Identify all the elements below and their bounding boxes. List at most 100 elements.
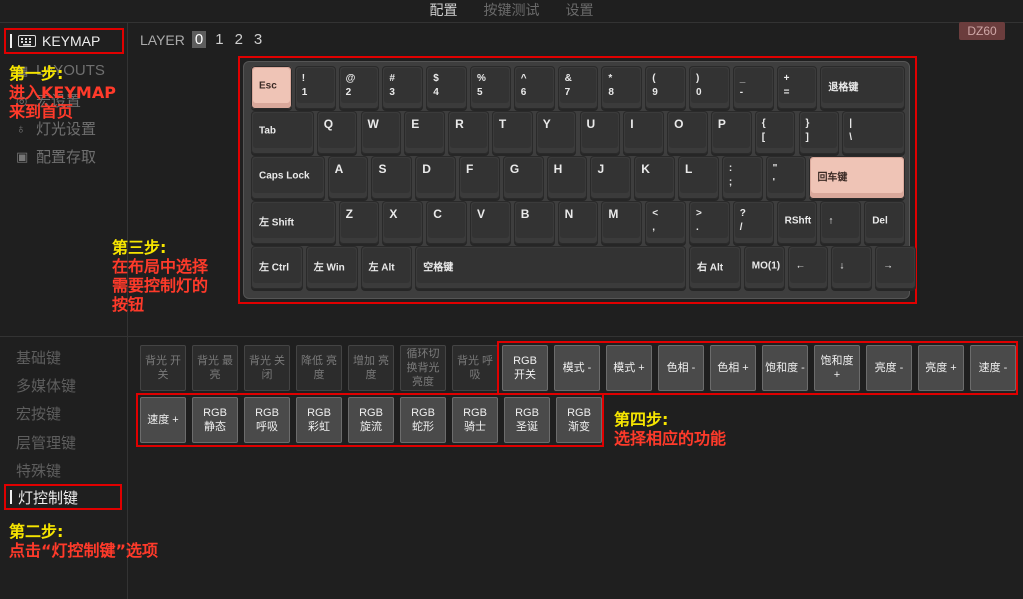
key-1-0[interactable]: Tab bbox=[251, 111, 314, 154]
key-3-8[interactable]: <, bbox=[645, 201, 686, 244]
key-2-3[interactable]: D bbox=[415, 156, 457, 199]
key-4-4[interactable]: 右 Alt bbox=[689, 246, 741, 289]
light-key-dim-5[interactable]: 循环切换背光亮度 bbox=[400, 345, 446, 391]
key-label: MO(1) bbox=[751, 260, 781, 271]
key-face: #3 bbox=[384, 68, 422, 103]
key-0-12[interactable]: + = bbox=[776, 66, 818, 109]
layer-3[interactable]: 3 bbox=[252, 31, 264, 48]
key-shift-label: | bbox=[849, 118, 853, 129]
key-0-11[interactable]: _ - bbox=[732, 66, 774, 109]
light-key-dim-4[interactable]: 增加 亮度 bbox=[348, 345, 394, 391]
key-4-8[interactable]: → bbox=[875, 246, 916, 289]
key-2-11[interactable]: " ' bbox=[765, 156, 807, 199]
key-2-6[interactable]: H bbox=[546, 156, 588, 199]
tab-settings[interactable]: 设置 bbox=[566, 0, 594, 22]
light-key-dim-1[interactable]: 背光 最亮 bbox=[192, 345, 238, 391]
key-1-3[interactable]: E bbox=[404, 111, 446, 154]
key-1-9[interactable]: O bbox=[667, 111, 708, 154]
tab-key-test[interactable]: 按键测试 bbox=[484, 0, 540, 22]
key-3-9[interactable]: >. bbox=[689, 201, 730, 244]
key-1-10[interactable]: P bbox=[710, 111, 752, 154]
key-label: 7 bbox=[564, 87, 571, 98]
key-face: 左 Win bbox=[307, 248, 356, 283]
key-3-0[interactable]: 左 Shift bbox=[251, 201, 336, 244]
key-0-5[interactable]: % 5 bbox=[470, 66, 511, 109]
light-key-dim-3[interactable]: 降低 亮度 bbox=[296, 345, 342, 391]
key-0-8[interactable]: * 8 bbox=[601, 66, 643, 109]
category-lighting[interactable]: 灯控制键 bbox=[4, 484, 122, 510]
sidebar-item-save[interactable]: ▣ 配置存取 bbox=[16, 146, 96, 167]
key-2-1[interactable]: A bbox=[327, 156, 369, 199]
light-key-dim-6[interactable]: 背光 呼吸 bbox=[452, 345, 498, 391]
category-special[interactable]: 特殊键 bbox=[16, 460, 61, 481]
key-3-1[interactable]: Z bbox=[338, 201, 380, 244]
key-0-1[interactable]: ! 1 bbox=[294, 66, 336, 109]
key-face: T bbox=[493, 113, 531, 148]
category-layer[interactable]: 层管理键 bbox=[16, 432, 76, 453]
key-2-9[interactable]: L bbox=[678, 156, 719, 199]
key-0-2[interactable]: @2 bbox=[338, 66, 380, 109]
key-4-6[interactable]: ← bbox=[787, 246, 829, 289]
key-1-11[interactable]: {[ bbox=[754, 111, 796, 154]
sidebar-item-label: KEYMAP bbox=[42, 33, 101, 49]
key-2-7[interactable]: J bbox=[590, 156, 632, 199]
key-face: 右 Alt bbox=[691, 248, 739, 283]
key-3-7[interactable]: M bbox=[601, 201, 643, 244]
tab-config[interactable]: 配置 bbox=[430, 0, 458, 22]
key-face: ! 1 bbox=[296, 68, 334, 103]
key-3-13[interactable]: Del bbox=[864, 201, 905, 244]
key-face: D bbox=[417, 158, 455, 193]
key-1-13[interactable]: | \ bbox=[842, 111, 905, 154]
key-0-10[interactable]: ) 0 bbox=[689, 66, 730, 109]
key-1-7[interactable]: U bbox=[579, 111, 621, 154]
layer-2[interactable]: 2 bbox=[233, 31, 245, 48]
key-0-4[interactable]: $4 bbox=[426, 66, 467, 109]
key-0-7[interactable]: & 7 bbox=[557, 66, 599, 109]
light-key-dim-0[interactable]: 背光 开关 bbox=[140, 345, 186, 391]
key-label: ] bbox=[805, 132, 809, 143]
category-media[interactable]: 多媒体键 bbox=[16, 375, 76, 396]
key-2-10[interactable]: :; bbox=[721, 156, 763, 199]
key-face: Caps Lock bbox=[253, 158, 323, 193]
key-1-1[interactable]: Q bbox=[316, 111, 358, 154]
key-3-11[interactable]: RShft bbox=[776, 201, 818, 244]
key-1-6[interactable]: Y bbox=[535, 111, 577, 154]
key-4-1[interactable]: 左 Win bbox=[305, 246, 358, 289]
layer-1[interactable]: 1 bbox=[213, 31, 225, 48]
key-2-2[interactable]: S bbox=[371, 156, 413, 199]
key-1-5[interactable]: T bbox=[491, 111, 533, 154]
key-0-6[interactable]: ^ 6 bbox=[513, 66, 555, 109]
key-4-2[interactable]: 左 Alt bbox=[360, 246, 413, 289]
key-0-9[interactable]: (9 bbox=[645, 66, 686, 109]
key-3-10[interactable]: ? / bbox=[732, 201, 774, 244]
key-3-2[interactable]: X bbox=[382, 201, 424, 244]
sidebar-item-keymap[interactable]: KEYMAP bbox=[4, 28, 124, 54]
category-macro[interactable]: 宏按键 bbox=[16, 403, 61, 424]
key-3-12[interactable]: ↑ bbox=[820, 201, 862, 244]
key-1-2[interactable]: W bbox=[360, 111, 402, 154]
key-4-7[interactable]: ↓ bbox=[831, 246, 873, 289]
key-3-5[interactable]: B bbox=[513, 201, 555, 244]
sidebar-item-lighting[interactable]: ♁ 灯光设置 bbox=[16, 118, 96, 139]
category-basic[interactable]: 基础键 bbox=[16, 347, 61, 368]
key-1-8[interactable]: I bbox=[623, 111, 665, 154]
key-2-0[interactable]: Caps Lock bbox=[251, 156, 325, 199]
key-0-0[interactable]: Esc bbox=[251, 66, 292, 109]
key-4-3[interactable]: 空格键 bbox=[415, 246, 686, 289]
key-2-5[interactable]: G bbox=[502, 156, 544, 199]
key-3-6[interactable]: N bbox=[557, 201, 599, 244]
key-0-13[interactable]: 退格键 bbox=[820, 66, 905, 109]
key-3-3[interactable]: C bbox=[426, 201, 467, 244]
key-label: 退格键 bbox=[828, 82, 859, 93]
light-key-dim-2[interactable]: 背光 关闭 bbox=[244, 345, 290, 391]
key-1-4[interactable]: R bbox=[448, 111, 489, 154]
key-2-8[interactable]: K bbox=[634, 156, 676, 199]
key-4-0[interactable]: 左 Ctrl bbox=[251, 246, 303, 289]
key-2-4[interactable]: F bbox=[459, 156, 500, 199]
key-3-4[interactable]: V bbox=[470, 201, 511, 244]
key-0-3[interactable]: #3 bbox=[382, 66, 424, 109]
key-2-12[interactable]: 回车键 bbox=[809, 156, 905, 199]
key-4-5[interactable]: MO(1) bbox=[743, 246, 785, 289]
key-1-12[interactable]: }] bbox=[798, 111, 840, 154]
layer-0[interactable]: 0 bbox=[191, 31, 207, 48]
